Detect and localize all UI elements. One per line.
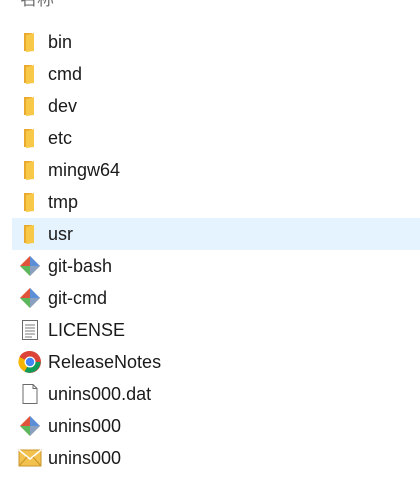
- mail-envelope-icon: [18, 446, 42, 470]
- item-label: mingw64: [48, 159, 121, 180]
- folder-icon: [18, 222, 42, 246]
- folder-icon: [18, 158, 42, 182]
- chrome-icon: [18, 350, 42, 374]
- list-item-unins000-msg[interactable]: unins000: [12, 442, 420, 474]
- item-label: etc: [48, 127, 73, 148]
- list-item-git-cmd[interactable]: git-cmd: [12, 282, 420, 314]
- list-item-git-bash[interactable]: git-bash: [12, 250, 420, 282]
- list-item-unins000-dat[interactable]: unins000.dat: [12, 378, 420, 410]
- blank-file-icon: [18, 382, 42, 406]
- name-column-header[interactable]: 名称: [20, 0, 54, 10]
- item-label: LICENSE: [48, 319, 126, 340]
- folder-icon: [18, 62, 42, 86]
- folder-icon: [18, 126, 42, 150]
- item-label: bin: [48, 31, 73, 52]
- item-label: unins000: [48, 447, 122, 468]
- list-item-license[interactable]: LICENSE: [12, 314, 420, 346]
- item-label: git-cmd: [48, 287, 108, 308]
- item-label: cmd: [48, 63, 83, 84]
- item-label: tmp: [48, 191, 79, 212]
- folder-icon: [18, 30, 42, 54]
- item-label: unins000.dat: [48, 383, 152, 404]
- folder-icon: [18, 190, 42, 214]
- list-item-cmd[interactable]: cmd: [12, 58, 420, 90]
- list-item-mingw64[interactable]: mingw64: [12, 154, 420, 186]
- list-item-releasenotes[interactable]: ReleaseNotes: [12, 346, 420, 378]
- item-label: ReleaseNotes: [48, 351, 162, 372]
- text-document-icon: [18, 318, 42, 342]
- git-icon: [18, 286, 42, 310]
- item-label: git-bash: [48, 255, 113, 276]
- item-label: dev: [48, 95, 78, 116]
- list-item-usr[interactable]: usr: [12, 218, 420, 250]
- item-label: unins000: [48, 415, 122, 436]
- folder-icon: [18, 94, 42, 118]
- list-item-unins000-exe[interactable]: unins000: [12, 410, 420, 442]
- file-list: bin cmd dev etc mingw64 tmp usr git-bash…: [12, 26, 420, 474]
- list-item-etc[interactable]: etc: [12, 122, 420, 154]
- item-label: usr: [48, 223, 74, 244]
- git-icon: [18, 414, 42, 438]
- list-item-bin[interactable]: bin: [12, 26, 420, 58]
- list-item-tmp[interactable]: tmp: [12, 186, 420, 218]
- git-icon: [18, 254, 42, 278]
- list-item-dev[interactable]: dev: [12, 90, 420, 122]
